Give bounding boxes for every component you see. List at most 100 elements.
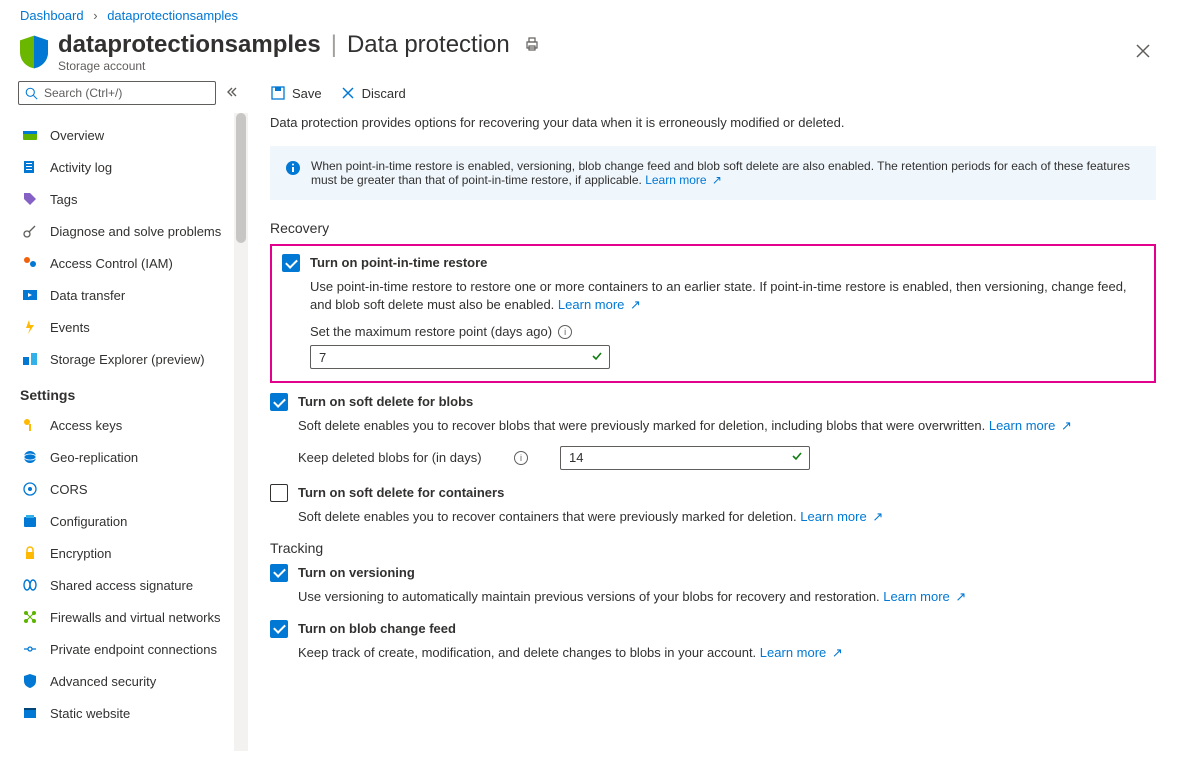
valid-check-icon bbox=[591, 350, 603, 365]
globe-icon bbox=[20, 447, 40, 467]
sidebar-item-tags[interactable]: Tags bbox=[18, 183, 242, 215]
pitr-desc: Use point-in-time restore to restore one… bbox=[310, 278, 1144, 314]
search-input[interactable]: Search (Ctrl+/) bbox=[18, 81, 216, 105]
sidebar-item-transfer[interactable]: Data transfer bbox=[18, 279, 242, 311]
external-link-icon: ↗ bbox=[1061, 418, 1072, 433]
softdelete-blobs-field-label: Keep deleted blobs for (in days) bbox=[298, 450, 508, 465]
tracking-heading: Tracking bbox=[270, 540, 1156, 556]
breadcrumb-sep: › bbox=[93, 8, 97, 23]
toolbar: Save Discard bbox=[270, 85, 1156, 101]
softdelete-blobs-days-input[interactable]: 14 bbox=[560, 446, 810, 470]
advsec-icon bbox=[20, 671, 40, 691]
sidebar-item-encryption[interactable]: Encryption bbox=[18, 537, 242, 569]
softdelete-containers-checkbox[interactable] bbox=[270, 484, 288, 502]
diagnose-icon bbox=[20, 221, 40, 241]
discard-icon bbox=[340, 85, 356, 101]
breadcrumb: Dashboard › dataprotectionsamples bbox=[0, 0, 1178, 27]
softdelete-blobs-checkbox[interactable] bbox=[270, 393, 288, 411]
transfer-icon bbox=[20, 285, 40, 305]
softdelete-containers-desc: Soft delete enables you to recover conta… bbox=[298, 508, 1156, 526]
versioning-desc: Use versioning to automatically maintain… bbox=[298, 588, 1156, 606]
save-icon bbox=[270, 85, 286, 101]
page-title: dataprotectionsamples | Data protection bbox=[58, 31, 1128, 59]
external-link-icon: ↗ bbox=[712, 173, 722, 187]
pitr-checkbox[interactable] bbox=[282, 254, 300, 272]
sas-icon bbox=[20, 575, 40, 595]
breadcrumb-current[interactable]: dataprotectionsamples bbox=[107, 8, 238, 23]
sidebar-item-cors[interactable]: CORS bbox=[18, 473, 242, 505]
softdelete-blobs-desc: Soft delete enables you to recover blobs… bbox=[298, 417, 1156, 435]
softdelete-containers-label: Turn on soft delete for containers bbox=[298, 484, 504, 500]
sidebar-item-activity[interactable]: Activity log bbox=[18, 151, 242, 183]
external-link-icon: ↗ bbox=[955, 589, 966, 604]
sidebar-item-firewall[interactable]: Firewalls and virtual networks bbox=[18, 601, 242, 633]
info-icon bbox=[285, 160, 301, 179]
softdelete-blobs-label: Turn on soft delete for blobs bbox=[298, 393, 473, 409]
sidebar-item-config[interactable]: Configuration bbox=[18, 505, 242, 537]
pep-icon bbox=[20, 639, 40, 659]
firewall-icon bbox=[20, 607, 40, 627]
sidebar: Search (Ctrl+/) Overview Activity log Ta… bbox=[0, 73, 248, 751]
tags-icon bbox=[20, 189, 40, 209]
sidebar-item-pep[interactable]: Private endpoint connections bbox=[18, 633, 242, 665]
sidebar-item-static[interactable]: Static website bbox=[18, 697, 242, 729]
collapse-sidebar-icon[interactable] bbox=[226, 86, 238, 101]
info-learn-more-link[interactable]: Learn more ↗ bbox=[645, 173, 722, 187]
versioning-label: Turn on versioning bbox=[298, 564, 415, 580]
info-tooltip-icon[interactable]: i bbox=[514, 451, 528, 465]
pitr-field-label: Set the maximum restore point (days ago) bbox=[310, 324, 552, 339]
activity-icon bbox=[20, 157, 40, 177]
page-header: dataprotectionsamples | Data protection … bbox=[0, 27, 1178, 73]
static-icon bbox=[20, 703, 40, 723]
sidebar-scrollbar[interactable] bbox=[234, 113, 248, 751]
breadcrumb-root[interactable]: Dashboard bbox=[20, 8, 84, 23]
sidebar-item-access[interactable]: Access Control (IAM) bbox=[18, 247, 242, 279]
overview-icon bbox=[20, 125, 40, 145]
sidebar-item-events[interactable]: Events bbox=[18, 311, 242, 343]
sidebar-item-accesskeys[interactable]: Access keys bbox=[18, 409, 242, 441]
versioning-block: Turn on versioning Use versioning to aut… bbox=[270, 564, 1156, 606]
explorer-icon bbox=[20, 349, 40, 369]
sidebar-item-overview[interactable]: Overview bbox=[18, 119, 242, 151]
softdelete-containers-learn-more-link[interactable]: Learn more ↗ bbox=[800, 509, 883, 524]
keys-icon bbox=[20, 415, 40, 435]
external-link-icon: ↗ bbox=[832, 645, 843, 660]
discard-button[interactable]: Discard bbox=[340, 85, 406, 101]
versioning-learn-more-link[interactable]: Learn more ↗ bbox=[883, 589, 966, 604]
changefeed-desc: Keep track of create, modification, and … bbox=[298, 644, 1156, 662]
sidebar-item-sas[interactable]: Shared access signature bbox=[18, 569, 242, 601]
sidebar-item-diagnose[interactable]: Diagnose and solve problems bbox=[18, 215, 242, 247]
changefeed-checkbox[interactable] bbox=[270, 620, 288, 638]
softdelete-blobs-block: Turn on soft delete for blobs Soft delet… bbox=[270, 393, 1156, 469]
changefeed-learn-more-link[interactable]: Learn more ↗ bbox=[760, 645, 843, 660]
sidebar-section-settings: Settings bbox=[20, 387, 242, 403]
intro-text: Data protection provides options for rec… bbox=[270, 115, 1156, 130]
sidebar-item-geo[interactable]: Geo-replication bbox=[18, 441, 242, 473]
external-link-icon: ↗ bbox=[872, 509, 883, 524]
softdelete-containers-block: Turn on soft delete for containers Soft … bbox=[270, 484, 1156, 526]
save-button[interactable]: Save bbox=[270, 85, 322, 101]
sidebar-item-advsec[interactable]: Advanced security bbox=[18, 665, 242, 697]
softdelete-blobs-learn-more-link[interactable]: Learn more ↗ bbox=[989, 418, 1072, 433]
lock-icon bbox=[20, 543, 40, 563]
pitr-days-input[interactable]: 7 bbox=[310, 345, 610, 369]
changefeed-block: Turn on blob change feed Keep track of c… bbox=[270, 620, 1156, 662]
pitr-block: Turn on point-in-time restore Use point-… bbox=[270, 244, 1156, 383]
versioning-checkbox[interactable] bbox=[270, 564, 288, 582]
recovery-heading: Recovery bbox=[270, 220, 1156, 236]
shield-icon bbox=[20, 35, 48, 69]
pitr-learn-more-link[interactable]: Learn more ↗ bbox=[558, 297, 641, 312]
valid-check-icon bbox=[791, 450, 803, 465]
changefeed-label: Turn on blob change feed bbox=[298, 620, 456, 636]
search-icon bbox=[25, 87, 38, 100]
sidebar-item-explorer[interactable]: Storage Explorer (preview) bbox=[18, 343, 242, 375]
close-icon[interactable] bbox=[1128, 34, 1158, 71]
pitr-label: Turn on point-in-time restore bbox=[310, 254, 487, 270]
external-link-icon: ↗ bbox=[630, 297, 641, 312]
print-icon[interactable] bbox=[524, 31, 540, 59]
info-banner: When point-in-time restore is enabled, v… bbox=[270, 146, 1156, 200]
main-content: Save Discard Data protection provides op… bbox=[248, 73, 1178, 751]
info-tooltip-icon[interactable]: i bbox=[558, 325, 572, 339]
cors-icon bbox=[20, 479, 40, 499]
resource-type: Storage account bbox=[58, 59, 1128, 73]
